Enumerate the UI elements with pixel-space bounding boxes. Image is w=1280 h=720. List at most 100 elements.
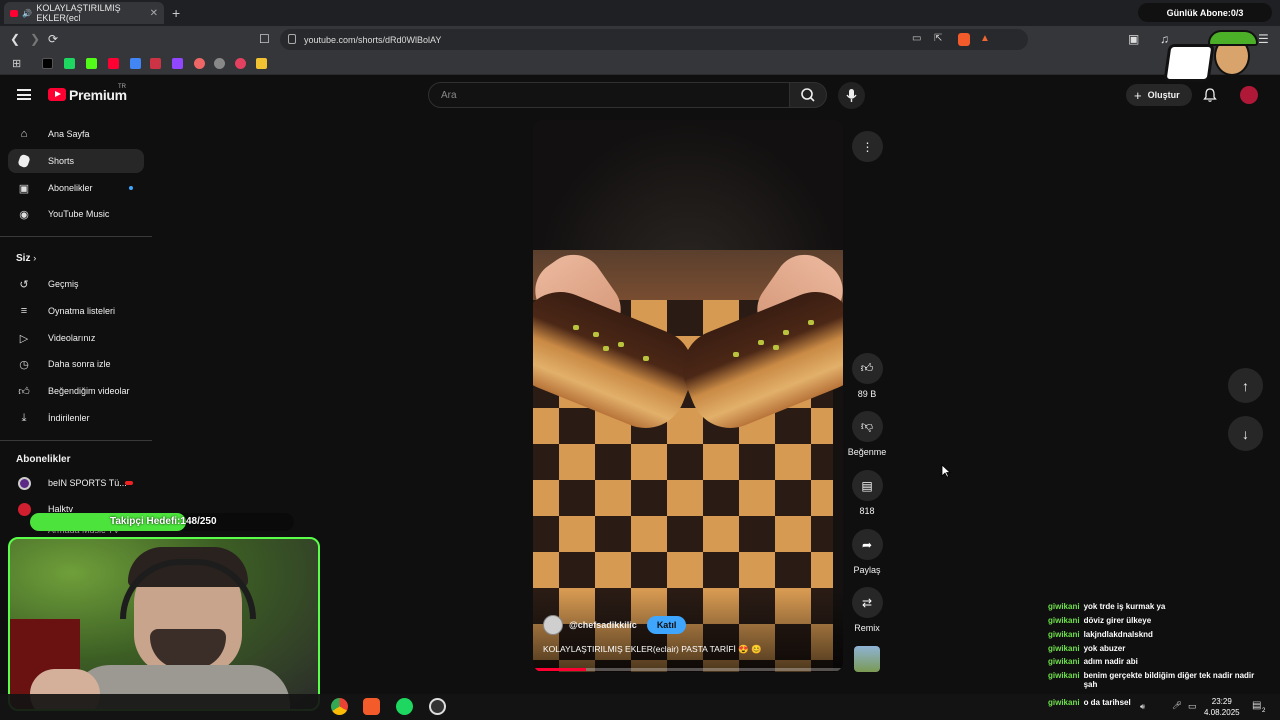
chat-message: giwikani adım nadir abi (1048, 657, 1138, 666)
tray-mic-icon[interactable]: 🎤︎ (1172, 701, 1182, 710)
remix-icon[interactable]: ⇄ (851, 587, 883, 618)
like-icon[interactable]: 👍︎ (851, 353, 883, 384)
dislike-icon[interactable]: 👎︎ (851, 411, 883, 442)
history-icon: ↺ (19, 278, 29, 291)
instagram-bookmark-icon[interactable] (235, 58, 246, 69)
sidebar-item-label: İndirilenler (48, 413, 90, 423)
clock-date: 4.08.2025 (1204, 708, 1240, 717)
sidebar-item-subscriptions[interactable]: ▣ Abonelikler (8, 176, 144, 200)
sidebar-item-youtube-music[interactable]: ◉ YouTube Music (8, 202, 144, 226)
sidebar-item-watch-later[interactable]: ◷ Daha sonra izle (8, 352, 144, 376)
reload-icon[interactable]: ⟳ (48, 32, 58, 46)
share-action[interactable]: ➦ Paylaş (846, 529, 888, 575)
sidebar-item-liked-videos[interactable]: 👍︎ Beğendiğim videolar (8, 379, 144, 403)
avatar[interactable] (1240, 86, 1258, 104)
brave-rewards-icon[interactable]: ▲ (980, 33, 990, 44)
daily-sub-goal: Günlük Abone:0/3 (1138, 3, 1272, 22)
cast-icon[interactable]: ▭ (912, 33, 921, 44)
sidebar-item-downloads[interactable]: ⤓ İndirilenler (8, 406, 144, 430)
remix-action[interactable]: ⇄ Remix (846, 587, 888, 633)
new-content-dot (129, 186, 133, 190)
channel-avatar[interactable] (543, 615, 563, 635)
video-title[interactable]: KOLAYLAŞTIRILMIŞ EKLER(eclair) PASTA TAR… (543, 644, 762, 655)
mouse-cursor-icon (941, 464, 951, 478)
spotify-taskbar-icon[interactable] (396, 698, 413, 715)
guide-menu-icon[interactable] (17, 89, 31, 100)
dislike-action[interactable]: 👎︎ Beğenme (846, 411, 888, 457)
bookmark-icon-6[interactable] (150, 58, 161, 69)
sidebar-item-playlists[interactable]: ≡ Oynatma listeleri (8, 299, 144, 323)
new-tab-button[interactable]: + (172, 5, 180, 21)
join-button[interactable]: Katıl (646, 616, 687, 634)
follower-goal-text: Takipçi Hedefi:148/250 (110, 516, 217, 527)
sidebar-item-home[interactable]: ⌂ Ana Sayfa (8, 122, 144, 146)
your-videos-icon: ▷ (19, 332, 29, 345)
dislike-label: Beğenme (847, 447, 887, 457)
sidebar-item-label: Oynatma listeleri (48, 306, 116, 316)
obs-taskbar-icon[interactable] (429, 698, 446, 715)
you-heading[interactable]: Siz › (16, 253, 36, 264)
apps-grid-icon[interactable]: ⊞ (12, 57, 21, 70)
sidebar-item-label: Beğendiğim videolar (48, 386, 130, 396)
sidebar-item-history[interactable]: ↺ Geçmiş (8, 272, 144, 296)
gmail-bookmark-icon[interactable] (130, 58, 141, 69)
video-channel-row: @chefsadikkilic Katıl (543, 615, 687, 635)
sidebar-toggle-icon[interactable]: ▣ (1128, 32, 1139, 46)
live-indicator-icon (125, 481, 133, 485)
folder-bookmark-icon[interactable] (256, 58, 267, 69)
like-count: 89 B (857, 389, 877, 399)
share-page-icon[interactable]: ⇱ (934, 33, 942, 44)
chat-message: giwikani benim gerçekte bildiğim diğer te… (1048, 671, 1255, 689)
remix-label: Remix (854, 623, 880, 633)
bookmark-icon-8[interactable] (194, 58, 205, 69)
bookmark-icon[interactable]: ☐ (259, 32, 270, 46)
kick-bookmark-icon[interactable] (86, 58, 97, 69)
bookmarks-bar: ⊞ (0, 53, 1280, 75)
taskbar-clock[interactable]: 23:29 4.08.2025 (1204, 696, 1240, 718)
channel-handle[interactable]: @chefsadikkilic (569, 620, 637, 630)
comment-icon[interactable]: ▤ (851, 470, 883, 501)
notifications-icon[interactable] (1202, 87, 1218, 103)
twitch-bookmark-icon[interactable] (172, 58, 183, 69)
like-action[interactable]: 👍︎ 89 B (846, 353, 888, 399)
notification-center-icon[interactable]: ▤ (1252, 700, 1261, 711)
shorts-icon (17, 153, 31, 169)
sidebar-divider (0, 440, 152, 441)
video-progress-bar[interactable] (533, 668, 843, 671)
back-icon[interactable]: ❮ (10, 32, 20, 46)
arrow-down-icon: ↓ (1242, 425, 1249, 442)
search-button[interactable] (789, 82, 827, 108)
bookmark-icon-2[interactable] (64, 58, 75, 69)
next-video-button[interactable]: ↓ (1228, 416, 1263, 451)
youtube-logo-icon[interactable] (48, 88, 66, 101)
comments-action[interactable]: ▤ 818 (846, 470, 888, 516)
youtube-bookmark-icon[interactable] (108, 58, 119, 69)
share-icon[interactable]: ➦ (851, 529, 883, 560)
x-bookmark-icon[interactable] (42, 58, 53, 69)
chrome-taskbar-icon[interactable] (331, 698, 348, 715)
close-tab-icon[interactable]: ✕ (150, 8, 158, 19)
sidebar: ⌂ Ana Sayfa Shorts ▣ Abonelikler ◉ YouTu… (0, 114, 152, 535)
bookmark-icon-9[interactable] (214, 58, 225, 69)
brave-taskbar-icon[interactable] (363, 698, 380, 715)
voice-search-button[interactable] (838, 82, 865, 109)
tray-network-icon[interactable]: ▭ (1188, 701, 1197, 712)
url-field[interactable]: youtube.com/shorts/dRd0WlBolAY ▭ ⇱ ▲ (280, 29, 1028, 50)
forward-icon[interactable]: ❯ (30, 32, 40, 46)
brave-shields-icon[interactable] (958, 33, 970, 46)
tray-volume-icon[interactable]: 🔊︎ (1140, 702, 1145, 712)
sidebar-sub-bein-sports[interactable]: beIN SPORTS Tü... (8, 471, 144, 495)
sidebar-item-your-videos[interactable]: ▷ Videolarınız (8, 326, 144, 350)
site-info-icon[interactable] (288, 34, 296, 44)
browser-tab[interactable]: 🔊 KOLAYLAŞTIRILMIŞ EKLER(ecl ✕ (4, 2, 164, 24)
sidebar-item-shorts[interactable]: Shorts (8, 149, 144, 173)
liked-icon: 👍︎ (18, 385, 30, 398)
you-heading-label: Siz (16, 253, 31, 264)
more-options-button[interactable]: ⋮ (852, 131, 883, 162)
previous-video-button[interactable]: ↑ (1228, 368, 1263, 403)
sound-thumbnail[interactable] (854, 646, 880, 672)
mic-icon (846, 89, 857, 102)
search-input[interactable]: Ara (428, 82, 790, 108)
menu-icon[interactable]: ☰ (1258, 32, 1269, 46)
shorts-video-player[interactable]: @chefsadikkilic Katıl KOLAYLAŞTIRILMIŞ E… (533, 120, 843, 672)
